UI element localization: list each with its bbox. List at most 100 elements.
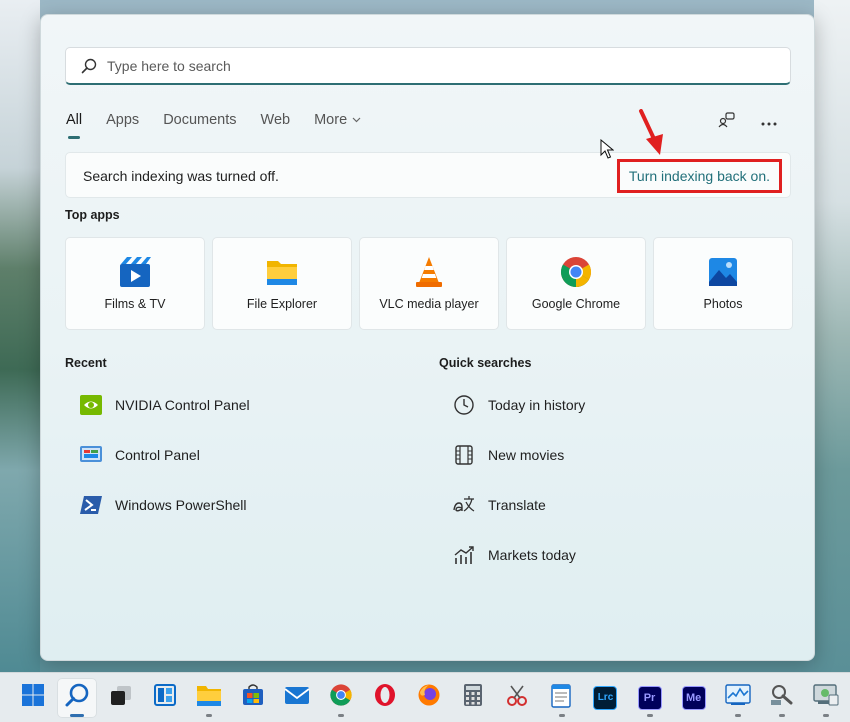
taskbar-search-button[interactable] <box>57 677 97 718</box>
list-label: Markets today <box>488 547 576 563</box>
premiere-icon: Pr <box>637 685 662 710</box>
app-label: File Explorer <box>246 297 318 311</box>
taskbar-premiere[interactable]: Pr <box>630 678 670 718</box>
tab-label: Apps <box>106 112 140 128</box>
chrome-icon <box>559 255 593 289</box>
tab-apps[interactable]: Apps <box>106 112 139 128</box>
clock-icon <box>451 392 477 418</box>
films-tv-icon <box>118 255 152 289</box>
app-label: VLC media player <box>379 297 479 311</box>
tab-label: More <box>314 112 348 128</box>
lightroom-label: Lrc <box>597 692 614 703</box>
taskbar-file-explorer[interactable] <box>189 678 229 718</box>
translate-icon <box>451 492 477 518</box>
list-item-translate[interactable]: Translate <box>451 480 585 530</box>
app-label: Google Chrome <box>531 297 621 311</box>
tab-label: Documents <box>163 112 237 128</box>
recent-title: Recent <box>65 356 107 370</box>
tab-label: Web <box>260 112 291 128</box>
taskbar-lightroom[interactable]: Lrc <box>586 678 626 718</box>
running-indicator <box>646 713 653 717</box>
media-encoder-label: Me <box>685 691 702 704</box>
filter-tabs: All Apps Documents Web More <box>66 112 385 139</box>
app-tile-films-tv[interactable]: Films & TV <box>65 237 205 330</box>
taskbar-widgets-button[interactable] <box>145 678 185 718</box>
performance-monitor-icon <box>724 683 751 712</box>
taskbar-start-button[interactable] <box>13 678 53 718</box>
store-icon <box>241 683 265 712</box>
taskbar-store[interactable] <box>233 678 273 718</box>
list-item-control-panel[interactable]: Control Panel <box>78 430 250 480</box>
app-tile-vlc[interactable]: VLC media player <box>359 237 499 330</box>
network-icon <box>769 683 795 712</box>
running-indicator <box>734 713 741 717</box>
start-icon <box>21 683 45 712</box>
mouse-cursor-icon <box>600 138 615 164</box>
taskbar-chrome[interactable] <box>321 678 361 718</box>
chrome-icon <box>329 683 353 712</box>
list-item-nvidia-control-panel[interactable]: NVIDIA Control Panel <box>78 380 250 430</box>
indexing-notice: Search indexing was turned off. Turn ind… <box>65 152 791 198</box>
premiere-label: Pr <box>643 691 656 704</box>
notepad-icon <box>550 682 572 713</box>
app-tile-file-explorer[interactable]: File Explorer <box>212 237 352 330</box>
taskbar-media-encoder[interactable]: Me <box>674 678 714 718</box>
list-label: Today in history <box>488 397 586 413</box>
list-item-new-movies[interactable]: New movies <box>451 430 585 480</box>
taskbar-task-view-button[interactable] <box>101 678 141 718</box>
search-input[interactable] <box>107 50 707 81</box>
desktop-wallpaper-left <box>0 0 40 672</box>
list-label: Control Panel <box>115 447 200 463</box>
quick-searches-list: Today in history New movies Translate Ma… <box>451 380 585 580</box>
widgets-icon <box>153 683 177 712</box>
list-label: Windows PowerShell <box>115 497 247 513</box>
notice-text: Search indexing was turned off. <box>83 168 279 184</box>
running-indicator <box>206 713 213 717</box>
quick-searches-title: Quick searches <box>439 356 532 370</box>
ellipsis-icon <box>761 113 777 131</box>
tab-web[interactable]: Web <box>261 112 291 128</box>
taskbar-network-tool[interactable] <box>762 678 802 718</box>
taskbar-system-tool[interactable] <box>806 678 846 718</box>
search-box[interactable] <box>65 47 791 85</box>
tab-more[interactable]: More <box>314 112 361 128</box>
top-apps-grid: Films & TV File Explorer VLC media playe… <box>65 237 793 330</box>
account-switch-button[interactable] <box>716 111 738 133</box>
running-indicator <box>822 713 829 717</box>
app-label: Films & TV <box>104 297 166 311</box>
tab-label: All <box>66 112 83 128</box>
app-tile-google-chrome[interactable]: Google Chrome <box>506 237 646 330</box>
taskbar-mail[interactable] <box>277 678 317 718</box>
running-indicator <box>558 713 565 717</box>
more-options-button[interactable] <box>758 111 780 133</box>
list-label: NVIDIA Control Panel <box>115 397 250 413</box>
tab-all[interactable]: All <box>66 112 83 139</box>
mail-icon <box>284 684 310 711</box>
list-item-windows-powershell[interactable]: Windows PowerShell <box>78 480 250 530</box>
photos-icon <box>706 255 740 289</box>
file-explorer-icon <box>265 255 299 289</box>
panel-actions <box>716 111 780 133</box>
taskbar-performance-monitor[interactable] <box>718 678 758 718</box>
app-tile-photos[interactable]: Photos <box>653 237 793 330</box>
turn-indexing-on-link[interactable]: Turn indexing back on. <box>616 159 782 193</box>
task-view-icon <box>109 683 133 712</box>
nvidia-icon <box>78 392 104 418</box>
search-icon <box>64 682 90 713</box>
search-panel: All Apps Documents Web More Search index… <box>40 14 815 661</box>
active-indicator <box>70 713 85 717</box>
taskbar-notepad[interactable] <box>542 678 582 718</box>
taskbar-snipping-tool[interactable] <box>498 678 538 718</box>
running-indicator <box>338 713 345 717</box>
taskbar-opera[interactable] <box>365 678 405 718</box>
list-label: Translate <box>488 497 546 513</box>
media-encoder-icon: Me <box>681 685 706 710</box>
chevron-down-icon <box>352 115 361 126</box>
taskbar-calculator[interactable] <box>453 678 493 718</box>
firefox-icon <box>417 683 441 712</box>
taskbar-firefox[interactable] <box>409 678 449 718</box>
tab-documents[interactable]: Documents <box>163 112 236 128</box>
account-icon <box>718 111 736 134</box>
list-item-markets-today[interactable]: Markets today <box>451 530 585 580</box>
list-item-today-in-history[interactable]: Today in history <box>451 380 585 430</box>
